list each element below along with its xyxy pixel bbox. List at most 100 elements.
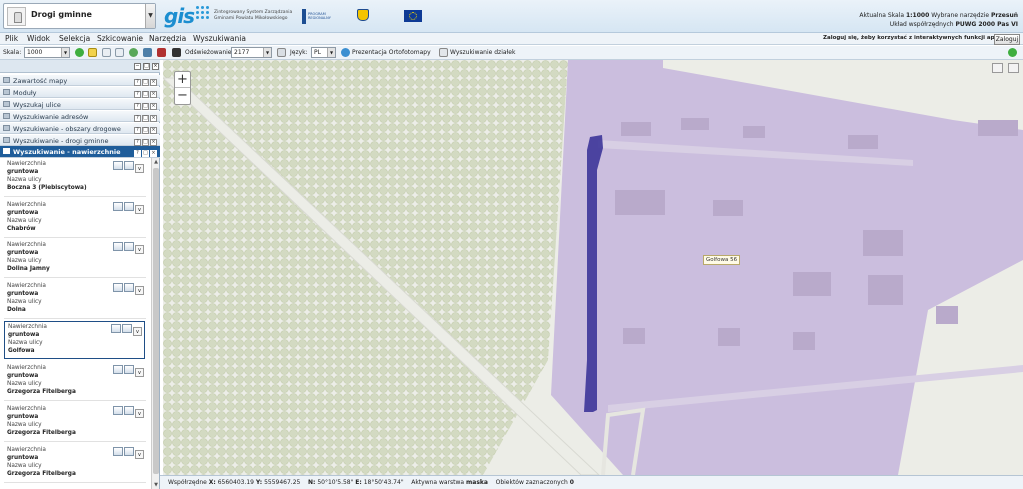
scrollbar-thumb[interactable] [153, 168, 159, 474]
close-icon[interactable]: × [150, 150, 157, 157]
camera-icon[interactable] [172, 48, 181, 57]
minimize-icon[interactable]: − [134, 63, 141, 70]
restore-icon[interactable]: □ [142, 150, 149, 157]
extent-icon[interactable] [143, 48, 152, 57]
list-item[interactable]: Nawierzchnia gruntowa Nazwa ulicy Grzego… [4, 363, 146, 401]
select-icon[interactable] [124, 406, 134, 415]
ortho-icon[interactable] [341, 48, 350, 57]
chevron-down-icon[interactable]: v [135, 409, 144, 418]
select-icon[interactable] [124, 161, 134, 170]
chevron-down-icon[interactable]: v [135, 368, 144, 377]
list-item[interactable]: Nawierzchnia gruntowa Nazwa ulicy Chabró… [4, 200, 146, 238]
select-icon[interactable] [124, 283, 134, 292]
close-icon[interactable]: × [150, 103, 157, 110]
zoom-out-button[interactable]: − [175, 88, 190, 104]
zoom-to-icon[interactable] [113, 447, 123, 456]
select-icon[interactable] [122, 324, 132, 333]
list-item[interactable]: Nawierzchnia gruntowa Nazwa ulicy Dolna … [4, 281, 146, 319]
scale-select[interactable]: 1000 ▼ [24, 47, 70, 58]
chevron-down-icon[interactable]: v [133, 327, 142, 336]
chevron-down-icon[interactable]: ▼ [145, 4, 155, 28]
restore-icon[interactable]: □ [143, 63, 150, 70]
list-item[interactable]: Nawierzchnia gruntowa Nazwa ulicy Grzego… [4, 445, 146, 483]
restore-icon[interactable]: □ [142, 115, 149, 122]
globe-icon[interactable] [129, 48, 138, 57]
restore-icon[interactable]: □ [142, 139, 149, 146]
restore-icon[interactable]: □ [142, 127, 149, 134]
restore-icon[interactable]: □ [142, 103, 149, 110]
zoom-to-icon[interactable] [113, 242, 123, 251]
menu-narzedzia[interactable]: Narzędzia [149, 34, 186, 43]
layer-selector[interactable]: Drogi gminne ▼ [3, 3, 156, 29]
accordion-addresses[interactable]: Wyszukiwanie adresów ? □ × [0, 111, 160, 122]
map-layer-icon[interactable] [992, 63, 1003, 73]
close-icon[interactable]: × [150, 139, 157, 146]
help-icon[interactable]: ? [134, 139, 141, 146]
map-fullscreen-icon[interactable] [1008, 63, 1019, 73]
close-icon[interactable]: × [150, 79, 157, 86]
accordion-streets[interactable]: Wyszukaj ulice ? □ × [0, 99, 160, 110]
lang-select[interactable]: PL ▼ [311, 47, 336, 58]
help-icon[interactable]: ? [134, 91, 141, 98]
zoom-to-icon[interactable] [111, 324, 121, 333]
menu-wyszukiwania[interactable]: Wyszukiwania [193, 34, 246, 43]
accordion-road-areas[interactable]: Wyszukiwanie - obszary drogowe ? □ × [0, 123, 160, 134]
close-icon[interactable]: × [152, 63, 159, 70]
map-view[interactable]: + − Golfowa 56 [163, 60, 1023, 475]
select-icon[interactable] [124, 365, 134, 374]
restore-icon[interactable]: □ [142, 79, 149, 86]
street-value: Golfowa [8, 348, 35, 354]
accordion-municipal-roads[interactable]: Wyszukiwanie - drogi gminne ? □ × [0, 135, 160, 146]
accordion-surfaces[interactable]: Wyszukiwanie - nawierzchnie ? □ × [0, 146, 160, 158]
list-item[interactable]: Nawierzchnia gruntowa Nazwa ulicy Grzego… [4, 404, 146, 442]
scroll-down-icon[interactable]: ▼ [152, 481, 160, 489]
zoom-to-icon[interactable] [113, 161, 123, 170]
menu-plik[interactable]: Plik [5, 34, 18, 43]
list-item[interactable]: Nawierzchnia gruntowa Nazwa ulicy Dolina… [4, 240, 146, 278]
close-icon[interactable]: × [150, 91, 157, 98]
list-item[interactable]: Nawierzchnia gruntowa Nazwa ulicy Boczna… [4, 159, 146, 197]
zoom-to-icon[interactable] [113, 406, 123, 415]
login-button[interactable]: Zaloguj [994, 34, 1020, 45]
parcels-button[interactable]: Wyszukiwanie działek [450, 49, 515, 56]
zoom-in-icon[interactable] [102, 48, 111, 57]
parcels-icon[interactable] [439, 48, 448, 57]
menu-szkicowanie[interactable]: Szkicowanie [97, 34, 143, 43]
scroll-up-icon[interactable]: ▲ [152, 158, 160, 166]
info-icon[interactable] [75, 48, 84, 57]
accordion-modules[interactable]: Moduły ? □ × [0, 87, 160, 98]
chevron-down-icon[interactable]: v [135, 164, 144, 173]
select-icon[interactable] [124, 202, 134, 211]
close-icon[interactable]: × [150, 115, 157, 122]
accordion-map-content[interactable]: Zawartość mapy ? □ × [0, 75, 160, 86]
help-icon[interactable]: ? [134, 79, 141, 86]
help-icon[interactable]: ? [134, 103, 141, 110]
help-icon[interactable] [1008, 48, 1017, 57]
print-icon[interactable] [157, 48, 166, 57]
active-layer-label: Aktywna warstwa [411, 479, 465, 486]
results-scrollbar[interactable]: ▲ ▼ [151, 158, 159, 489]
zoom-to-icon[interactable] [113, 283, 123, 292]
help-icon[interactable]: ? [134, 127, 141, 134]
zoom-to-icon[interactable] [113, 202, 123, 211]
zoom-in-button[interactable]: + [175, 72, 190, 88]
zoom-out-icon[interactable] [115, 48, 124, 57]
list-item-selected[interactable]: Nawierzchnia gruntowa Nazwa ulicy Golfow… [4, 321, 145, 359]
menu-widok[interactable]: Widok [27, 34, 50, 43]
chevron-down-icon[interactable]: v [135, 286, 144, 295]
refresh-select[interactable]: 2177 ▼ [231, 47, 272, 58]
chevron-down-icon[interactable]: v [135, 450, 144, 459]
chevron-down-icon[interactable]: v [135, 205, 144, 214]
help-icon[interactable]: ? [134, 115, 141, 122]
menu-selekcja[interactable]: Selekcja [59, 34, 90, 43]
ortho-button[interactable]: Prezentacja Ortofotomapy [352, 49, 431, 56]
select-icon[interactable] [124, 447, 134, 456]
pan-hand-icon[interactable] [88, 48, 97, 57]
restore-icon[interactable]: □ [142, 91, 149, 98]
keyboard-icon[interactable] [277, 48, 286, 57]
chevron-down-icon[interactable]: v [135, 245, 144, 254]
select-icon[interactable] [124, 242, 134, 251]
zoom-to-icon[interactable] [113, 365, 123, 374]
close-icon[interactable]: × [150, 127, 157, 134]
help-icon[interactable]: ? [134, 150, 141, 157]
